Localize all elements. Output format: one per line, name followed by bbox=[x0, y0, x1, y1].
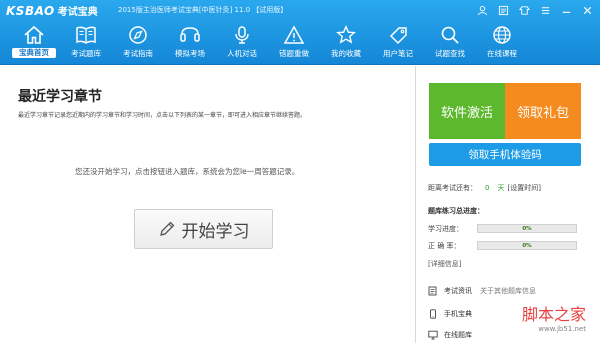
nav-home[interactable]: 宝典首页 bbox=[8, 22, 60, 64]
accuracy-text: 0% bbox=[522, 243, 532, 249]
title-bar: KSBAO 考试宝典 2015版主治医师考试宝典[中医针灸] 11.0 【试用版】 bbox=[0, 0, 600, 22]
close-icon[interactable] bbox=[579, 4, 596, 18]
nav-search-questions-label: 试题查找 bbox=[435, 49, 465, 58]
news-icon bbox=[428, 286, 437, 296]
nav-question-bank[interactable]: 考试题库 bbox=[60, 22, 112, 64]
online-bank-item[interactable]: 在线题库 bbox=[428, 329, 472, 341]
nav-mock-exam[interactable]: 模拟考场 bbox=[164, 22, 216, 64]
search-icon bbox=[441, 26, 459, 44]
nav-mock-exam-label: 模拟考场 bbox=[175, 49, 205, 58]
mistake-icon bbox=[283, 25, 305, 44]
nav-search-questions[interactable]: 试题查找 bbox=[424, 22, 476, 64]
nav-redo-mistakes[interactable]: 错题重做 bbox=[268, 22, 320, 64]
start-learning-button[interactable]: 开始学习 bbox=[134, 209, 273, 249]
nav-dialogue-label: 人机对话 bbox=[227, 49, 257, 58]
details-link[interactable]: [详细信息] bbox=[428, 259, 461, 269]
nav-question-bank-label: 考试题库 bbox=[71, 49, 101, 58]
exam-countdown-value: 0 bbox=[485, 184, 490, 192]
home-icon bbox=[24, 25, 44, 44]
exam-news-item[interactable]: 考试资讯 关于其他题库信息 bbox=[428, 285, 536, 297]
phone-icon bbox=[430, 309, 436, 319]
start-learning-label: 开始学习 bbox=[181, 221, 250, 242]
microphone-icon bbox=[235, 26, 249, 44]
nav-home-label: 宝典首页 bbox=[12, 48, 56, 58]
study-progress-text: 0% bbox=[522, 226, 532, 232]
site-watermark-url: www.jb51.net bbox=[538, 325, 586, 333]
book-icon bbox=[76, 26, 96, 44]
exam-news-label: 考试资讯 bbox=[444, 287, 472, 295]
mobile-trial-code-button[interactable]: 领取手机体验码 bbox=[429, 143, 581, 166]
site-watermark: 脚本之家 bbox=[521, 305, 586, 324]
logo-text: KSBAO bbox=[6, 4, 55, 18]
study-progress-row: 学习进度： 0% bbox=[428, 224, 588, 234]
accuracy-label: 正 确 率： bbox=[428, 242, 461, 250]
user-icon[interactable] bbox=[474, 4, 491, 18]
empty-state-message: 您还没开始学习，点击按钮进入题库，系统会为您le一周答题记录。 bbox=[75, 167, 300, 176]
study-progress-bar: 0% bbox=[477, 224, 577, 233]
main-nav: 宝典首页 考试题库 考试指南 模拟考场 人机对话 错题重做 我的收藏 用户笔记 bbox=[8, 22, 598, 64]
nav-redo-mistakes-label: 错题重做 bbox=[279, 49, 309, 58]
mobile-trial-code-label: 领取手机体验码 bbox=[468, 149, 542, 161]
online-bank-label: 在线题库 bbox=[444, 331, 472, 339]
app-logo: KSBAO 考试宝典 bbox=[6, 3, 98, 19]
nav-favorites-label: 我的收藏 bbox=[331, 49, 361, 58]
star-icon bbox=[336, 25, 356, 44]
mobile-app-label: 手机宝典 bbox=[444, 310, 472, 318]
page-title: 最近学习章节 bbox=[18, 89, 102, 105]
logo-tag: 考试宝典 bbox=[57, 7, 98, 18]
page-description: 最近学习章节记录您近期内的学习章节和学习时间，点击以下列表的某一章节，即可进入相… bbox=[18, 112, 307, 119]
note-icon bbox=[389, 27, 407, 45]
accuracy-row: 正 确 率： 0% bbox=[428, 241, 588, 251]
skin-icon[interactable] bbox=[516, 4, 533, 18]
claim-gift-label: 领取礼包 bbox=[516, 105, 569, 121]
mobile-app-item[interactable]: 手机宝典 bbox=[428, 308, 472, 320]
window-title: 2015版主治医师考试宝典[中医针灸] 11.0 【试用版】 bbox=[118, 6, 288, 14]
nav-dialogue[interactable]: 人机对话 bbox=[216, 22, 268, 64]
app-header: KSBAO 考试宝典 2015版主治医师考试宝典[中医针灸] 11.0 【试用版】 bbox=[0, 0, 600, 65]
window-controls bbox=[474, 3, 596, 19]
side-panel: 软件激活 领取礼包 领取手机体验码 距离考试还有： 0 天 [设置时间] 题库练习总进… bbox=[416, 66, 600, 343]
study-progress-label: 学习进度： bbox=[428, 225, 463, 233]
message-icon[interactable] bbox=[495, 4, 512, 18]
recent-chapters-panel: 最近学习章节 最近学习章节记录您近期内的学习章节和学习时间，点击以下列表的某一章… bbox=[0, 66, 415, 343]
nav-favorites[interactable]: 我的收藏 bbox=[320, 22, 372, 64]
nav-exam-guide-label: 考试指南 bbox=[123, 49, 153, 58]
activate-software-button[interactable]: 软件激活 bbox=[429, 83, 505, 139]
exam-countdown-label: 距离考试还有： bbox=[428, 184, 477, 192]
activate-software-label: 软件激活 bbox=[440, 105, 493, 121]
claim-gift-button[interactable]: 领取礼包 bbox=[505, 83, 581, 139]
exam-countdown-unit: 天 bbox=[497, 184, 505, 192]
accuracy-bar: 0% bbox=[477, 241, 577, 250]
nav-user-notes-label: 用户笔记 bbox=[383, 49, 413, 58]
set-time-link[interactable]: [设置时间] bbox=[507, 184, 540, 192]
minimize-icon[interactable] bbox=[558, 4, 575, 18]
nav-online-courses[interactable]: 在线课程 bbox=[476, 22, 528, 64]
menu-icon[interactable] bbox=[537, 4, 554, 18]
nav-online-courses-label: 在线课程 bbox=[487, 49, 517, 58]
progress-title: 题库练习总进度： bbox=[428, 207, 484, 215]
exam-news-sub: 关于其他题库信息 bbox=[480, 287, 536, 295]
globe-icon bbox=[493, 26, 511, 44]
exam-countdown: 距离考试还有： 0 天 [设置时间] bbox=[428, 183, 541, 193]
pencil-icon bbox=[159, 221, 174, 236]
guide-icon bbox=[129, 26, 147, 44]
exam-room-icon bbox=[180, 27, 200, 42]
monitor-icon bbox=[428, 330, 438, 340]
nav-user-notes[interactable]: 用户笔记 bbox=[372, 22, 424, 64]
nav-exam-guide[interactable]: 考试指南 bbox=[112, 22, 164, 64]
